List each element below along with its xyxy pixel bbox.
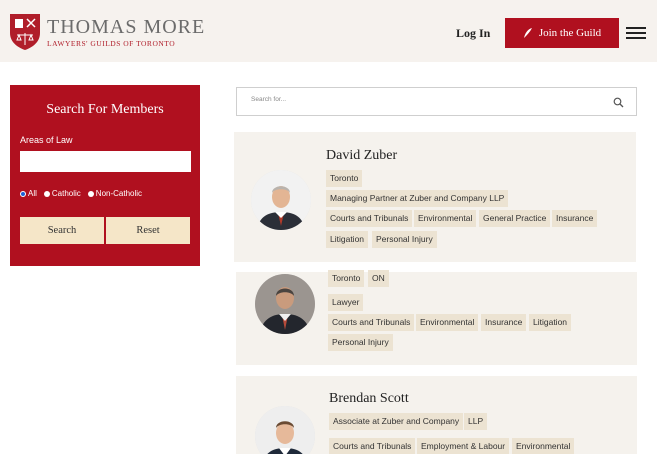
member-search-panel: Search For Members Areas of Law All Cath… bbox=[10, 85, 200, 266]
member-tag[interactable]: Courts and Tribunals bbox=[328, 314, 415, 331]
areas-of-law-input[interactable] bbox=[20, 151, 191, 172]
feather-icon bbox=[523, 28, 532, 38]
member-tag[interactable]: Insurance bbox=[481, 314, 527, 331]
join-guild-button[interactable]: Join the Guild bbox=[505, 18, 619, 48]
login-link[interactable]: Log In bbox=[456, 26, 490, 41]
member-tag[interactable]: Insurance bbox=[552, 210, 598, 227]
member-tag[interactable]: LLP bbox=[464, 413, 488, 430]
radio-all-label: All bbox=[28, 189, 37, 198]
member-name[interactable]: David Zuber bbox=[326, 148, 397, 164]
site-logo[interactable]: THOMAS MORE LAWYERS' GUILDS OF TORONTO bbox=[9, 13, 205, 51]
member-tag[interactable]: ON bbox=[368, 270, 389, 287]
member-card[interactable]: Brendan Scott Associate at Zuber and Com… bbox=[236, 376, 637, 454]
member-tag[interactable]: Litigation bbox=[529, 314, 572, 331]
member-tag[interactable]: Associate at Zuber and Company bbox=[329, 413, 464, 430]
radio-unselected-icon bbox=[87, 190, 94, 197]
member-avatar bbox=[255, 406, 315, 454]
member-tag[interactable]: Environmental bbox=[414, 210, 477, 227]
menu-icon[interactable] bbox=[626, 27, 646, 39]
areas-of-law-label: Areas of Law bbox=[20, 135, 73, 145]
member-name[interactable]: Brendan Scott bbox=[329, 391, 409, 407]
radio-non-catholic-label: Non-Catholic bbox=[95, 189, 143, 198]
member-tag[interactable]: General Practice bbox=[479, 210, 551, 227]
member-tag[interactable]: Managing Partner at Zuber and Company LL… bbox=[326, 190, 509, 207]
search-input[interactable] bbox=[251, 96, 551, 103]
member-tag[interactable]: Courts and Tribunals bbox=[329, 438, 416, 454]
member-tag[interactable]: Courts and Tribunals bbox=[326, 210, 413, 227]
shield-logo-icon bbox=[10, 14, 40, 50]
member-tag[interactable]: Environmental bbox=[416, 314, 479, 331]
radio-unselected-icon bbox=[43, 190, 50, 197]
member-tag[interactable]: Lawyer bbox=[328, 294, 364, 311]
denomination-filter: All Catholic Non-Catholic bbox=[20, 189, 190, 198]
search-button[interactable]: Search bbox=[20, 217, 104, 244]
member-tag[interactable]: Toronto bbox=[328, 270, 365, 287]
member-avatar bbox=[255, 274, 315, 334]
radio-catholic-label: Catholic bbox=[51, 189, 81, 198]
member-tag[interactable]: Personal Injury bbox=[372, 231, 437, 248]
logo-title: THOMAS MORE bbox=[47, 15, 206, 38]
radio-selected-icon bbox=[20, 190, 26, 197]
member-card[interactable]: David Zuber Toronto Managing Partner at … bbox=[234, 132, 636, 262]
member-tag[interactable]: Employment & Labour bbox=[417, 438, 510, 454]
radio-catholic[interactable]: Catholic bbox=[43, 189, 81, 198]
member-tag[interactable]: Personal Injury bbox=[328, 334, 393, 351]
radio-non-catholic[interactable]: Non-Catholic bbox=[87, 189, 143, 198]
radio-all[interactable]: All bbox=[20, 189, 37, 198]
member-tag[interactable]: Litigation bbox=[326, 231, 369, 248]
search-icon[interactable] bbox=[613, 97, 624, 108]
member-search-bar bbox=[236, 87, 637, 116]
member-avatar bbox=[251, 170, 311, 230]
site-header: THOMAS MORE LAWYERS' GUILDS OF TORONTO L… bbox=[0, 0, 657, 62]
logo-subtitle: LAWYERS' GUILDS OF TORONTO bbox=[47, 38, 176, 48]
member-tag[interactable]: Toronto bbox=[326, 170, 363, 187]
member-card[interactable]: Toronto ON Lawyer Courts and Tribunals E… bbox=[236, 270, 637, 365]
join-guild-label: Join the Guild bbox=[538, 27, 602, 39]
reset-button[interactable]: Reset bbox=[106, 217, 190, 244]
member-tag[interactable]: Environmental bbox=[512, 438, 575, 454]
panel-title: Search For Members bbox=[46, 102, 164, 117]
